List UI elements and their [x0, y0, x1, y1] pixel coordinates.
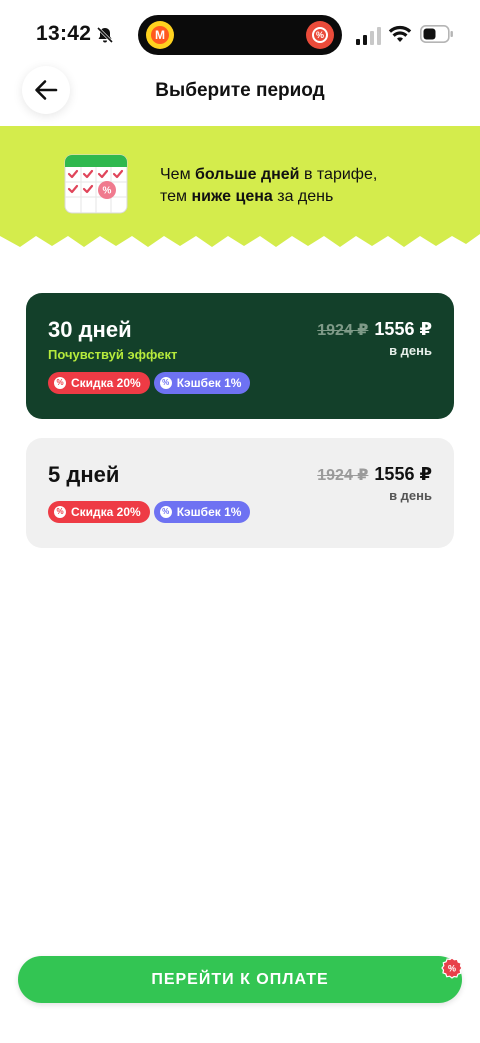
new-price: 1556 ₽: [374, 464, 432, 484]
banner-line-1: Чем больше дней в тарифе,: [160, 166, 378, 183]
bell-off-icon: [96, 26, 114, 44]
cashback-badge: % Кэшбек 1%: [153, 372, 251, 394]
plan-card-5-days[interactable]: 5 дней 1924 ₽ 1556 ₽ в день % Скидка 20%…: [26, 438, 454, 548]
app-logo-icon: M: [146, 21, 174, 49]
old-price: 1924 ₽: [317, 322, 369, 339]
discount-seal-icon: %: [441, 957, 463, 979]
proceed-to-payment-button[interactable]: ПЕРЕЙТИ К ОПЛАТЕ: [18, 956, 462, 1003]
new-price: 1556 ₽: [374, 319, 432, 339]
per-day-label: в день: [389, 488, 432, 503]
status-time: 13:42: [36, 22, 92, 45]
page-title: Выберите период: [155, 80, 325, 101]
dynamic-island: M %: [138, 15, 342, 55]
percent-icon: %: [159, 506, 172, 518]
signal-icon: [356, 27, 381, 45]
plan-days: 5 дней: [48, 462, 120, 487]
wifi-icon: [388, 25, 412, 42]
old-price: 1924 ₽: [317, 467, 369, 484]
cashback-badge: % Кэшбек 1%: [153, 501, 251, 523]
badges: % Скидка 20% % Кэшбек 1%: [48, 501, 251, 523]
discount-badge: % Скидка 20%: [48, 501, 150, 523]
percent-icon: %: [306, 21, 334, 49]
discount-badge: % Скидка 20%: [48, 372, 150, 394]
status-bar: 13:42 M %: [0, 0, 480, 70]
percent-icon: %: [159, 377, 172, 389]
badges: % Скидка 20% % Кэшбек 1%: [48, 372, 251, 394]
calendar-icon: %: [64, 154, 128, 214]
percent-icon: %: [54, 377, 66, 389]
price-row: 1924 ₽ 1556 ₽: [317, 319, 432, 340]
banner-line-2: тем ниже цена за день: [160, 188, 334, 205]
plan-days: 30 дней: [48, 317, 132, 342]
per-day-label: в день: [389, 343, 432, 358]
banner-text: Чем больше дней в тарифе, тем ниже цена …: [160, 164, 377, 208]
svg-text:%: %: [103, 186, 112, 197]
svg-text:%: %: [448, 964, 456, 974]
plan-card-30-days[interactable]: 30 дней Почувствуй эффект 1924 ₽ 1556 ₽ …: [26, 293, 454, 419]
battery-icon: [420, 25, 453, 43]
percent-icon: %: [54, 506, 66, 518]
plan-subtitle: Почувствуй эффект: [48, 347, 178, 362]
price-row: 1924 ₽ 1556 ₽: [317, 464, 432, 485]
